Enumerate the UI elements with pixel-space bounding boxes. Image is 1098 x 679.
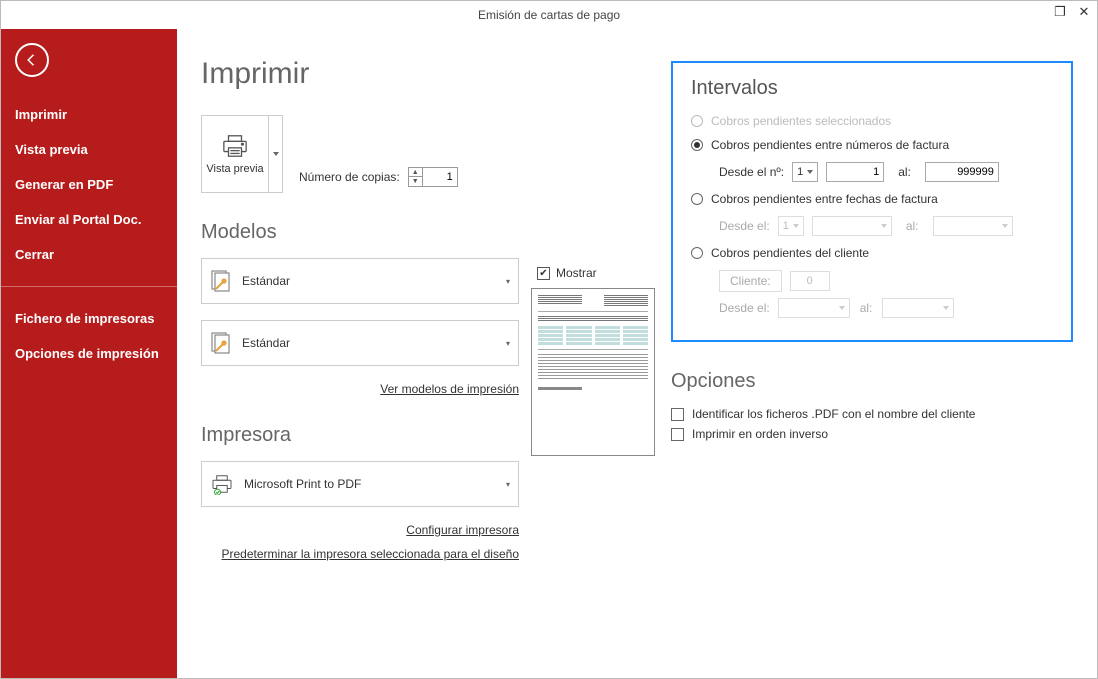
chevron-down-icon: ▾ bbox=[506, 480, 510, 489]
al-fecha-label: al: bbox=[906, 219, 919, 233]
fecha-to-combo bbox=[933, 216, 1013, 236]
sidebar-item-vista-previa[interactable]: Vista previa bbox=[15, 132, 163, 167]
mostrar-checkbox[interactable]: ✔ bbox=[537, 267, 550, 280]
radio-fechas[interactable] bbox=[691, 193, 703, 205]
document-thumbnail[interactable] bbox=[531, 288, 655, 456]
title-bar: Emisión de cartas de pago ❐ ✕ bbox=[1, 1, 1097, 29]
restore-icon[interactable]: ❐ bbox=[1053, 5, 1067, 19]
opciones-title: Opciones bbox=[671, 370, 1073, 393]
copies-down[interactable]: ▼ bbox=[409, 177, 422, 186]
page-title: Imprimir bbox=[201, 57, 661, 91]
impresora-title: Impresora bbox=[201, 424, 519, 447]
cliente-from-combo bbox=[778, 298, 850, 318]
printer-ok-icon bbox=[210, 473, 234, 495]
predeterminar-impresora-link[interactable]: Predeterminar la impresora seleccionada … bbox=[222, 547, 520, 561]
vista-previa-button[interactable]: Vista previa bbox=[202, 116, 268, 192]
chevron-down-icon: ▾ bbox=[506, 277, 510, 286]
mostrar-label: Mostrar bbox=[556, 266, 597, 280]
chevron-down-icon: ▾ bbox=[506, 339, 510, 348]
chk-identificar-pdf[interactable] bbox=[671, 408, 684, 421]
modelo-combo-2-label: Estándar bbox=[242, 336, 290, 350]
num-from-input[interactable] bbox=[826, 162, 884, 182]
sidebar-item-opciones-impresion[interactable]: Opciones de impresión bbox=[15, 336, 163, 371]
vista-previa-dropdown[interactable] bbox=[268, 116, 282, 192]
impresora-name: Microsoft Print to PDF bbox=[244, 477, 361, 491]
desde-num-label: Desde el nº: bbox=[719, 165, 784, 179]
modelos-title: Modelos bbox=[201, 221, 661, 244]
sidebar-item-enviar-portal[interactable]: Enviar al Portal Doc. bbox=[15, 202, 163, 237]
radio-seleccionados bbox=[691, 115, 703, 127]
sidebar-item-fichero-impresoras[interactable]: Fichero de impresoras bbox=[15, 301, 163, 336]
printer-icon bbox=[220, 133, 250, 159]
num-to-input[interactable] bbox=[925, 162, 999, 182]
template-icon bbox=[210, 331, 232, 355]
radio-seleccionados-label: Cobros pendientes seleccionados bbox=[711, 114, 891, 128]
sidebar: Imprimir Vista previa Generar en PDF Env… bbox=[1, 29, 177, 678]
vista-previa-split-button: Vista previa bbox=[201, 115, 283, 193]
chk-orden-inverso-label: Imprimir en orden inverso bbox=[692, 427, 828, 441]
cliente-button: Cliente: bbox=[719, 270, 782, 292]
copies-spinner: ▲ ▼ bbox=[408, 167, 458, 187]
fecha-from-combo bbox=[812, 216, 892, 236]
al-num-label: al: bbox=[898, 165, 911, 179]
window-title: Emisión de cartas de pago bbox=[478, 8, 620, 22]
ver-modelos-link[interactable]: Ver modelos de impresión bbox=[380, 382, 519, 396]
modelo-combo-1-label: Estándar bbox=[242, 274, 290, 288]
modelo-combo-1[interactable]: Estándar ▾ bbox=[201, 258, 519, 304]
modelo-combo-2[interactable]: Estándar ▾ bbox=[201, 320, 519, 366]
cliente-al-label: al: bbox=[860, 301, 873, 315]
radio-cliente[interactable] bbox=[691, 247, 703, 259]
close-icon[interactable]: ✕ bbox=[1077, 5, 1091, 19]
copies-input[interactable] bbox=[423, 168, 457, 186]
radio-fechas-label: Cobros pendientes entre fechas de factur… bbox=[711, 192, 938, 206]
sidebar-item-cerrar[interactable]: Cerrar bbox=[15, 237, 163, 272]
radio-cliente-label: Cobros pendientes del cliente bbox=[711, 246, 869, 260]
serie-from-combo[interactable]: 1 bbox=[792, 162, 818, 182]
radio-numeros[interactable] bbox=[691, 139, 703, 151]
back-button[interactable] bbox=[15, 43, 49, 77]
intervalos-title: Intervalos bbox=[691, 77, 1053, 100]
cliente-desde-label: Desde el: bbox=[719, 301, 770, 315]
intervalos-panel: Intervalos Cobros pendientes seleccionad… bbox=[671, 61, 1073, 342]
copies-up[interactable]: ▲ bbox=[409, 168, 422, 177]
cliente-input bbox=[790, 271, 830, 291]
impresora-combo[interactable]: Microsoft Print to PDF ▾ bbox=[201, 461, 519, 507]
serie-fecha-combo: 1 bbox=[778, 216, 804, 236]
desde-fecha-label: Desde el: bbox=[719, 219, 770, 233]
radio-numeros-label: Cobros pendientes entre números de factu… bbox=[711, 138, 949, 152]
chk-orden-inverso[interactable] bbox=[671, 428, 684, 441]
sidebar-item-generar-pdf[interactable]: Generar en PDF bbox=[15, 167, 163, 202]
configurar-impresora-link[interactable]: Configurar impresora bbox=[406, 523, 519, 537]
chk-identificar-pdf-label: Identificar los ficheros .PDF con el nom… bbox=[692, 407, 975, 421]
cliente-to-combo bbox=[882, 298, 954, 318]
vista-previa-label: Vista previa bbox=[206, 163, 263, 175]
copies-label: Número de copias: bbox=[299, 170, 400, 184]
template-icon bbox=[210, 269, 232, 293]
sidebar-item-imprimir[interactable]: Imprimir bbox=[15, 97, 163, 132]
